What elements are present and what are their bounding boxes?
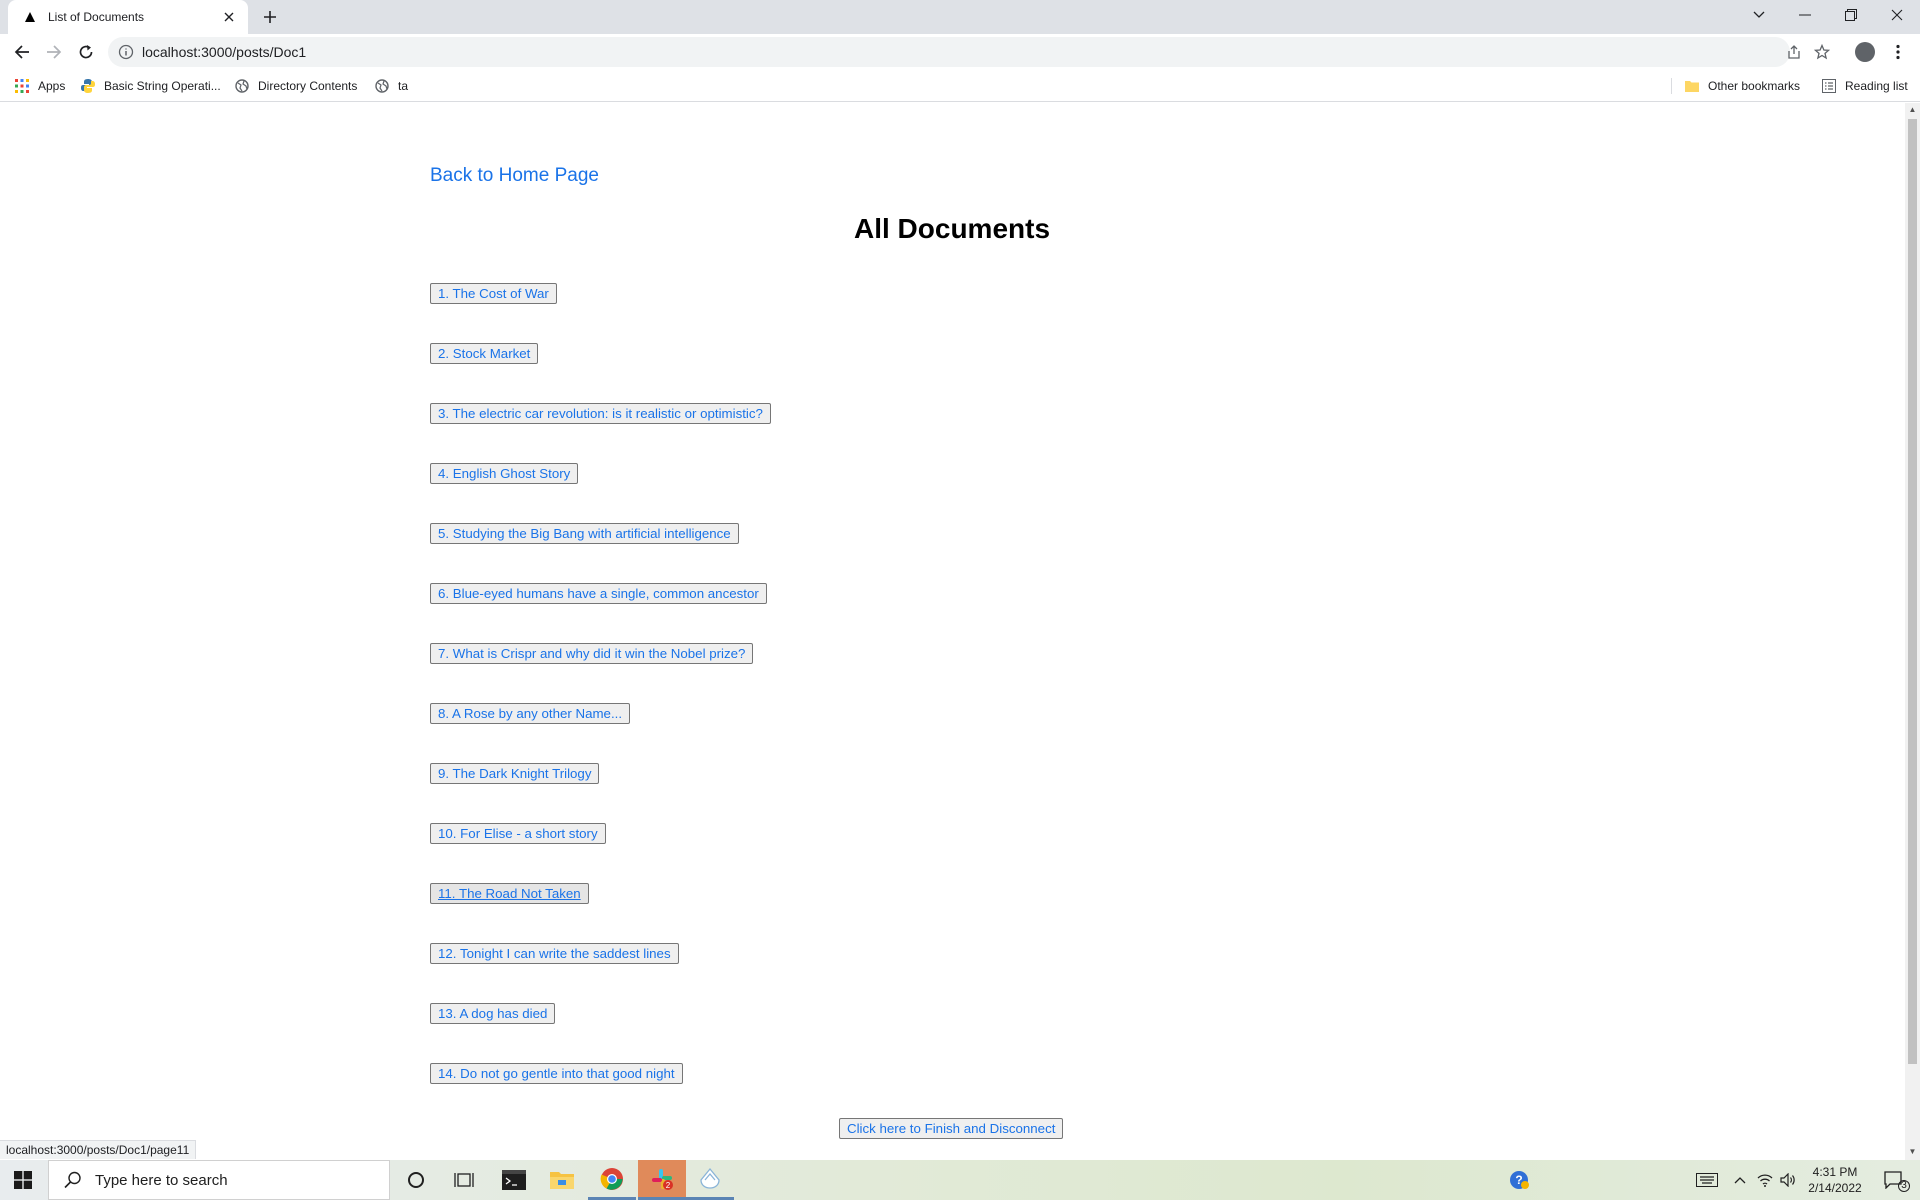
document-button-7[interactable]: 7. What is Crispr and why did it win the… bbox=[430, 643, 754, 664]
clock-time: 4:31 PM bbox=[1812, 1165, 1858, 1179]
show-hidden-icons-chevron-icon[interactable] bbox=[1728, 1160, 1752, 1200]
document-button-5[interactable]: 5. Studying the Big Bang with artificial… bbox=[430, 523, 739, 544]
reading-list-icon bbox=[1821, 78, 1837, 94]
taskbar-clock[interactable]: 4:31 PM 2/14/2022 bbox=[1800, 1164, 1870, 1196]
document-button-3[interactable]: 3. The electric car revolution: is it re… bbox=[430, 403, 771, 424]
forward-arrow-icon[interactable] bbox=[40, 38, 68, 66]
wifi-icon[interactable] bbox=[1754, 1160, 1776, 1200]
bookmark-ta[interactable]: ta bbox=[374, 76, 408, 96]
bookmark-other-bookmarks[interactable]: Other bookmarks bbox=[1684, 76, 1800, 96]
address-url[interactable]: localhost:3000/posts/Doc1 bbox=[142, 44, 306, 60]
svg-text:2: 2 bbox=[666, 1181, 671, 1190]
chrome-taskbar-icon[interactable] bbox=[588, 1160, 636, 1200]
browser-toolbar: localhost:3000/posts/Doc1 bbox=[0, 34, 1920, 70]
more-menu-icon[interactable] bbox=[1888, 42, 1908, 62]
task-view-icon[interactable] bbox=[440, 1160, 488, 1200]
reading-list[interactable]: Reading list bbox=[1821, 76, 1908, 96]
document-button-9[interactable]: 9. The Dark Knight Trilogy bbox=[430, 763, 600, 784]
address-bar[interactable]: localhost:3000/posts/Doc1 bbox=[108, 37, 1830, 67]
document-list: 1. The Cost of War 2. Stock Market 3. Th… bbox=[430, 283, 771, 1123]
close-tab-icon[interactable] bbox=[220, 8, 238, 26]
info-icon[interactable] bbox=[118, 44, 134, 60]
browser-tab-active[interactable]: List of Documents bbox=[8, 0, 248, 34]
bookmark-label: Directory Contents bbox=[258, 79, 358, 93]
document-button-6[interactable]: 6. Blue-eyed humans have a single, commo… bbox=[430, 583, 767, 604]
new-tab-icon[interactable] bbox=[258, 5, 282, 29]
bookmarks-bar: Apps Basic String Operati... Directory C… bbox=[0, 70, 1920, 102]
page-viewport: Back to Home Page All Documents 1. The C… bbox=[0, 103, 1905, 1160]
finish-disconnect-button[interactable]: Click here to Finish and Disconnect bbox=[839, 1118, 1064, 1139]
bookmark-label: ta bbox=[398, 79, 409, 93]
minimize-icon[interactable] bbox=[1782, 0, 1828, 30]
inkscape-taskbar-icon[interactable] bbox=[686, 1160, 734, 1200]
bookmark-label: Reading list bbox=[1845, 79, 1908, 93]
document-button-11[interactable]: 11. The Road Not Taken bbox=[430, 883, 589, 904]
page-title: All Documents bbox=[853, 213, 1051, 244]
tab-strip: List of Documents bbox=[0, 0, 1920, 34]
restore-icon[interactable] bbox=[1828, 0, 1874, 30]
bookmarks-divider bbox=[1671, 78, 1672, 94]
page-scrollbar[interactable]: ▲ ▼ bbox=[1905, 103, 1920, 1160]
globe-icon bbox=[234, 78, 250, 94]
bookmark-directory-contents[interactable]: Directory Contents bbox=[234, 76, 357, 96]
terminal-app-icon[interactable] bbox=[490, 1160, 538, 1200]
bookmark-apps[interactable]: Apps bbox=[14, 76, 65, 96]
share-icon[interactable] bbox=[1786, 44, 1802, 60]
profile-avatar[interactable] bbox=[1855, 42, 1875, 62]
file-explorer-icon[interactable] bbox=[538, 1160, 586, 1200]
volume-icon[interactable] bbox=[1777, 1160, 1799, 1200]
document-button-2[interactable]: 2. Stock Market bbox=[430, 343, 539, 364]
slack-taskbar-icon[interactable]: 2 bbox=[638, 1160, 686, 1200]
notification-center-icon[interactable]: 3 bbox=[1874, 1160, 1914, 1200]
bookmark-label: Apps bbox=[38, 79, 66, 93]
bookmark-basic-string[interactable]: Basic String Operati... bbox=[80, 76, 221, 96]
document-button-1[interactable]: 1. The Cost of War bbox=[430, 283, 557, 304]
bookmark-star-icon[interactable] bbox=[1814, 44, 1830, 60]
document-button-14[interactable]: 14. Do not go gentle into that good nigh… bbox=[430, 1063, 683, 1084]
document-button-10[interactable]: 10. For Elise - a short story bbox=[430, 823, 606, 844]
bookmark-label: Basic String Operati... bbox=[104, 79, 221, 93]
tab-title: List of Documents bbox=[48, 10, 145, 24]
apps-grid-icon bbox=[14, 78, 30, 94]
back-to-home-link[interactable]: Back to Home Page bbox=[430, 165, 599, 187]
scroll-thumb[interactable] bbox=[1908, 119, 1917, 1064]
windows-taskbar: Type here to search 2 ? 4:31 PM 2/14/202… bbox=[0, 1160, 1920, 1200]
search-placeholder: Type here to search bbox=[95, 1171, 228, 1189]
folder-icon bbox=[1684, 78, 1700, 94]
keyboard-icon[interactable] bbox=[1692, 1160, 1722, 1200]
triangle-favicon-icon bbox=[22, 9, 38, 25]
clock-date: 2/14/2022 bbox=[1808, 1181, 1862, 1195]
notification-count-badge: 3 bbox=[1898, 1180, 1910, 1192]
scroll-down-arrow-icon[interactable]: ▼ bbox=[1908, 1147, 1917, 1157]
back-arrow-icon[interactable] bbox=[8, 38, 36, 66]
windows-start-icon[interactable] bbox=[0, 1160, 46, 1200]
document-button-12[interactable]: 12. Tonight I can write the saddest line… bbox=[430, 943, 679, 964]
globe-icon bbox=[374, 78, 390, 94]
document-button-13[interactable]: 13. A dog has died bbox=[430, 1003, 556, 1024]
document-button-8[interactable]: 8. A Rose by any other Name... bbox=[430, 703, 631, 724]
python-icon bbox=[80, 78, 96, 94]
link-status-bar: localhost:3000/posts/Doc1/page11 bbox=[0, 1140, 197, 1159]
taskbar-search-box[interactable]: Type here to search bbox=[48, 1160, 390, 1200]
document-button-4[interactable]: 4. English Ghost Story bbox=[430, 463, 579, 484]
tab-search-chevron-icon[interactable] bbox=[1736, 0, 1782, 30]
cortana-icon[interactable] bbox=[392, 1160, 440, 1200]
help-icon[interactable]: ? bbox=[1504, 1160, 1534, 1200]
search-icon bbox=[64, 1171, 81, 1189]
bookmark-label: Other bookmarks bbox=[1708, 79, 1801, 93]
scroll-up-arrow-icon[interactable]: ▲ bbox=[1908, 105, 1917, 115]
reload-icon[interactable] bbox=[72, 38, 100, 66]
close-window-icon[interactable] bbox=[1874, 0, 1920, 30]
